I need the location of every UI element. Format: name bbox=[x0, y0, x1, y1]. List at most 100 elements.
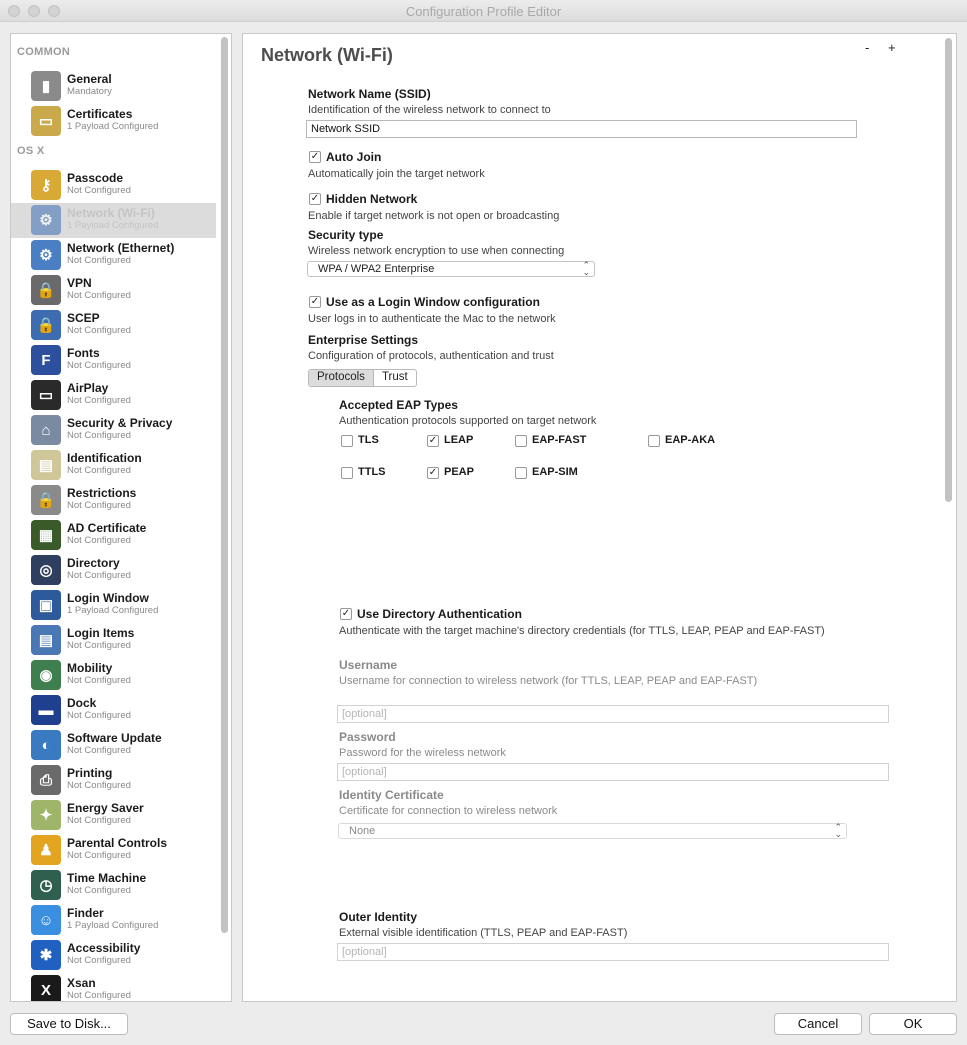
outer-identity-input[interactable]: [optional] bbox=[337, 943, 889, 961]
eap-eap-aka-label: EAP-AKA bbox=[665, 434, 716, 446]
hidden-network-label: Hidden Network bbox=[326, 192, 418, 206]
sidebar-item-mobility[interactable]: ◉ Mobility Not Configured bbox=[11, 658, 216, 693]
eap-leap-label: LEAP bbox=[444, 434, 474, 446]
auto-join-checkbox[interactable]: ✓ bbox=[309, 151, 321, 163]
ok-button[interactable]: OK bbox=[869, 1013, 957, 1035]
sidebar-item-title: Mobility bbox=[67, 661, 113, 675]
ssid-input[interactable]: Network SSID bbox=[306, 120, 857, 138]
sidebar-scrollbar[interactable] bbox=[221, 37, 228, 933]
sidebar-item-fonts[interactable]: F Fonts Not Configured bbox=[11, 343, 216, 378]
username-input[interactable]: [optional] bbox=[337, 705, 889, 723]
password-label: Password bbox=[339, 730, 396, 744]
sidebar-item-accessibility[interactable]: ✱ Accessibility Not Configured bbox=[11, 938, 216, 973]
sidebar-item-title: Dock bbox=[67, 696, 97, 710]
popup-arrows-icon: ⌃ ⌄ bbox=[834, 822, 842, 839]
sidebar-item-title: Identification bbox=[67, 451, 142, 465]
sidebar-item-network-wi-fi[interactable]: ⚙ Network (Wi-Fi) 1 Payload Configured bbox=[11, 203, 216, 238]
sidebar-item-network-ethernet[interactable]: ⚙ Network (Ethernet) Not Configured bbox=[11, 238, 216, 273]
security-type-select[interactable]: WPA / WPA2 Enterprise ⌃ ⌄ bbox=[307, 261, 595, 277]
sidebar-item-energy-saver[interactable]: ✦ Energy Saver Not Configured bbox=[11, 798, 216, 833]
sidebar-item-parental-controls[interactable]: ♟ Parental Controls Not Configured bbox=[11, 833, 216, 868]
eap-tls-checkbox[interactable] bbox=[341, 435, 353, 447]
sidebar-item-status: Not Configured bbox=[67, 325, 131, 336]
globe-person-icon: ◉ bbox=[31, 660, 61, 690]
security-type-value: WPA / WPA2 Enterprise bbox=[318, 263, 435, 275]
tab-protocols[interactable]: Protocols bbox=[309, 370, 374, 386]
sidebar-item-status: Not Configured bbox=[67, 570, 131, 581]
identity-certificate-desc: Certificate for connection to wireless n… bbox=[339, 805, 558, 817]
sidebar-item-title: Printing bbox=[67, 766, 113, 780]
sidebar-item-software-update[interactable]: ◐ Software Update Not Configured bbox=[11, 728, 216, 763]
sidebar-item-finder[interactable]: ☺ Finder 1 Payload Configured bbox=[11, 903, 216, 938]
editor-scrollbar[interactable] bbox=[945, 38, 952, 502]
payload-editor: Network (Wi-Fi) - + Network Name (SSID) … bbox=[242, 33, 957, 1002]
login-items-icon: ▤ bbox=[31, 625, 61, 655]
eap-tls-label: TLS bbox=[358, 434, 379, 446]
hidden-network-checkbox[interactable]: ✓ bbox=[309, 193, 321, 205]
username-desc: Username for connection to wireless netw… bbox=[339, 675, 758, 687]
sidebar-item-status: 1 Payload Configured bbox=[67, 220, 159, 231]
sidebar-item-airplay[interactable]: ▭ AirPlay Not Configured bbox=[11, 378, 216, 413]
eap-eap-fast-checkbox[interactable] bbox=[515, 435, 527, 447]
title-bar: Configuration Profile Editor bbox=[0, 0, 967, 22]
sidebar-item-passcode[interactable]: ⚷ Passcode Not Configured bbox=[11, 168, 216, 203]
sidebar-item-time-machine[interactable]: ◷ Time Machine Not Configured bbox=[11, 868, 216, 903]
sidebar-item-general[interactable]: ▮ General Mandatory bbox=[11, 69, 216, 104]
sidebar-item-identification[interactable]: ▤ Identification Not Configured bbox=[11, 448, 216, 483]
identity-certificate-value: None bbox=[349, 825, 376, 837]
sidebar-item-title: Network (Wi-Fi) bbox=[67, 206, 155, 220]
eap-eap-sim-checkbox[interactable] bbox=[515, 467, 527, 479]
eap-eap-aka-checkbox[interactable] bbox=[648, 435, 660, 447]
eap-leap-checkbox[interactable]: ✓ bbox=[427, 435, 439, 447]
sidebar-item-dock[interactable]: ▬ Dock Not Configured bbox=[11, 693, 216, 728]
eap-ttls-label: TTLS bbox=[358, 466, 386, 478]
sidebar-item-title: Accessibility bbox=[67, 941, 141, 955]
sidebar-item-status: Not Configured bbox=[67, 955, 131, 966]
sidebar-item-status: Not Configured bbox=[67, 185, 131, 196]
sidebar-item-title: Network (Ethernet) bbox=[67, 241, 175, 255]
eap-peap-checkbox[interactable]: ✓ bbox=[427, 467, 439, 479]
cancel-button[interactable]: Cancel bbox=[774, 1013, 862, 1035]
eap-ttls-checkbox[interactable] bbox=[341, 467, 353, 479]
vpn-lock-icon: 🔒 bbox=[31, 275, 61, 305]
dock-icon: ▬ bbox=[31, 695, 61, 725]
auto-join-desc: Automatically join the target network bbox=[308, 168, 485, 180]
sidebar-item-title: Directory bbox=[67, 556, 120, 570]
password-input[interactable]: [optional] bbox=[337, 763, 889, 781]
sidebar-item-vpn[interactable]: 🔒 VPN Not Configured bbox=[11, 273, 216, 308]
identity-certificate-select[interactable]: None ⌃ ⌄ bbox=[338, 823, 847, 839]
tab-trust[interactable]: Trust bbox=[374, 370, 416, 386]
sidebar-item-security-privacy[interactable]: ⌂ Security & Privacy Not Configured bbox=[11, 413, 216, 448]
add-payload-button[interactable]: + bbox=[888, 40, 896, 55]
sidebar-item-ad-certificate[interactable]: ▦ AD Certificate Not Configured bbox=[11, 518, 216, 553]
eap-types-desc: Authentication protocols supported on ta… bbox=[339, 415, 597, 427]
directory-auth-checkbox[interactable]: ✓ bbox=[340, 608, 352, 620]
save-to-disk-button[interactable]: Save to Disk... bbox=[10, 1013, 128, 1035]
remove-payload-button[interactable]: - bbox=[865, 40, 869, 55]
sidebar-item-printing[interactable]: ⎙ Printing Not Configured bbox=[11, 763, 216, 798]
sidebar-item-login-items[interactable]: ▤ Login Items Not Configured bbox=[11, 623, 216, 658]
sidebar-item-status: Not Configured bbox=[67, 745, 131, 756]
directory-icon: ◎ bbox=[31, 555, 61, 585]
section-header-common: COMMON bbox=[17, 46, 71, 58]
login-window-config-checkbox[interactable]: ✓ bbox=[309, 296, 321, 308]
sidebar-item-status: Not Configured bbox=[67, 850, 131, 861]
sidebar-item-restrictions[interactable]: 🔒 Restrictions Not Configured bbox=[11, 483, 216, 518]
login-window-config-desc: User logs in to authenticate the Mac to … bbox=[308, 313, 556, 325]
sidebar-item-title: General bbox=[67, 72, 112, 86]
sidebar-item-scep[interactable]: 🔒 SCEP Not Configured bbox=[11, 308, 216, 343]
password-desc: Password for the wireless network bbox=[339, 747, 506, 759]
sidebar-item-title: Login Items bbox=[67, 626, 135, 640]
restrictions-lock-icon: 🔒 bbox=[31, 485, 61, 515]
sidebar-item-status: Not Configured bbox=[67, 500, 131, 511]
sidebar-item-title: Login Window bbox=[67, 591, 149, 605]
id-card-icon: ▤ bbox=[31, 450, 61, 480]
key-icon: ⚷ bbox=[31, 170, 61, 200]
sidebar-item-title: SCEP bbox=[67, 311, 100, 325]
sidebar-item-xsan[interactable]: X Xsan Not Configured bbox=[11, 973, 216, 1001]
sidebar-item-directory[interactable]: ◎ Directory Not Configured bbox=[11, 553, 216, 588]
sidebar-item-certificates[interactable]: ▭ Certificates 1 Payload Configured bbox=[11, 104, 216, 139]
sidebar-item-login-window[interactable]: ▣ Login Window 1 Payload Configured bbox=[11, 588, 216, 623]
sidebar-item-title: Finder bbox=[67, 906, 104, 920]
sidebar-item-status: Not Configured bbox=[67, 885, 131, 896]
